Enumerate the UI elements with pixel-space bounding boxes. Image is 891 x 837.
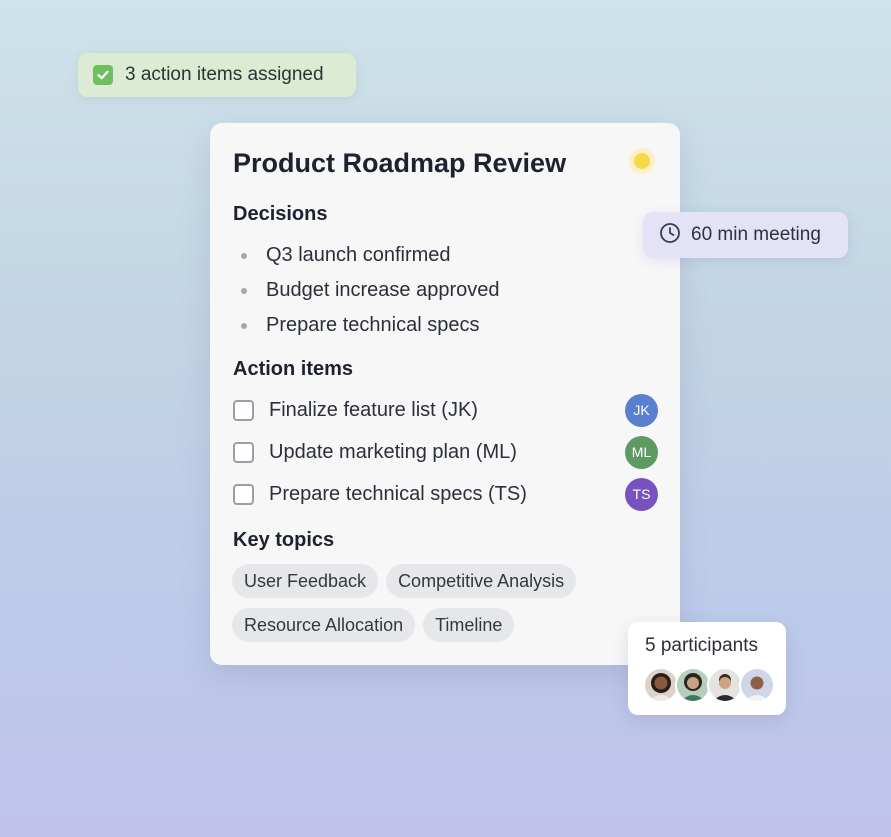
meeting-summary-card: Product Roadmap Review Decisions Q3 laun… (210, 123, 680, 665)
avatar (675, 667, 711, 703)
card-title: Product Roadmap Review (233, 148, 567, 178)
avatar (643, 667, 679, 703)
action-items-heading: Action items (233, 358, 354, 380)
decision-item: Budget increase approved (241, 273, 500, 308)
action-item: Update marketing plan (ML) ML (233, 431, 659, 473)
action-checkbox[interactable] (233, 483, 254, 505)
action-items-badge-text: 3 action items assigned (125, 64, 324, 85)
action-items-list: Finalize feature list (JK) JK Update mar… (233, 389, 659, 515)
meeting-duration-text: 60 min meeting (691, 224, 821, 245)
meeting-duration-pill: 60 min meeting (643, 212, 848, 258)
bullet-icon (241, 287, 247, 294)
action-checkbox[interactable] (233, 441, 254, 463)
status-dot-icon (634, 153, 650, 169)
key-topics-chips: User Feedback Competitive Analysis Resour… (232, 564, 662, 652)
decision-text: Prepare technical specs (266, 314, 480, 336)
decision-text: Budget increase approved (266, 279, 500, 301)
avatar (707, 667, 743, 703)
clock-icon (659, 222, 681, 249)
decision-item: Q3 launch confirmed (241, 238, 500, 273)
bullet-icon (241, 322, 247, 329)
topic-chip[interactable]: Resource Allocation (232, 608, 416, 642)
action-item-label: Prepare technical specs (TS) (269, 482, 527, 505)
topic-chip[interactable]: Competitive Analysis (386, 564, 577, 598)
participants-card: 5 participants (628, 622, 786, 715)
topic-chip[interactable]: User Feedback (232, 564, 379, 598)
checkbox-checked-icon (93, 65, 113, 85)
action-item: Finalize feature list (JK) JK (233, 389, 659, 431)
key-topics-heading: Key topics (233, 529, 335, 551)
action-items-badge: 3 action items assigned (78, 53, 356, 97)
assignee-avatar: ML (625, 435, 658, 469)
avatar (739, 667, 775, 703)
assignee-avatar: JK (625, 393, 658, 427)
action-item-label: Update marketing plan (ML) (269, 440, 517, 463)
topic-chip[interactable]: Timeline (423, 608, 515, 642)
action-checkbox[interactable] (233, 399, 254, 421)
bullet-icon (241, 252, 247, 259)
assignee-avatar: TS (625, 477, 658, 511)
action-item-label: Finalize feature list (JK) (269, 398, 478, 421)
decisions-list: Q3 launch confirmed Budget increase appr… (241, 238, 500, 343)
action-item: Prepare technical specs (TS) TS (233, 473, 659, 515)
participant-avatars (643, 667, 775, 703)
participants-count: 5 participants (645, 635, 759, 656)
decisions-heading: Decisions (233, 203, 328, 225)
decision-text: Q3 launch confirmed (266, 244, 451, 266)
decision-item: Prepare technical specs (241, 308, 500, 343)
